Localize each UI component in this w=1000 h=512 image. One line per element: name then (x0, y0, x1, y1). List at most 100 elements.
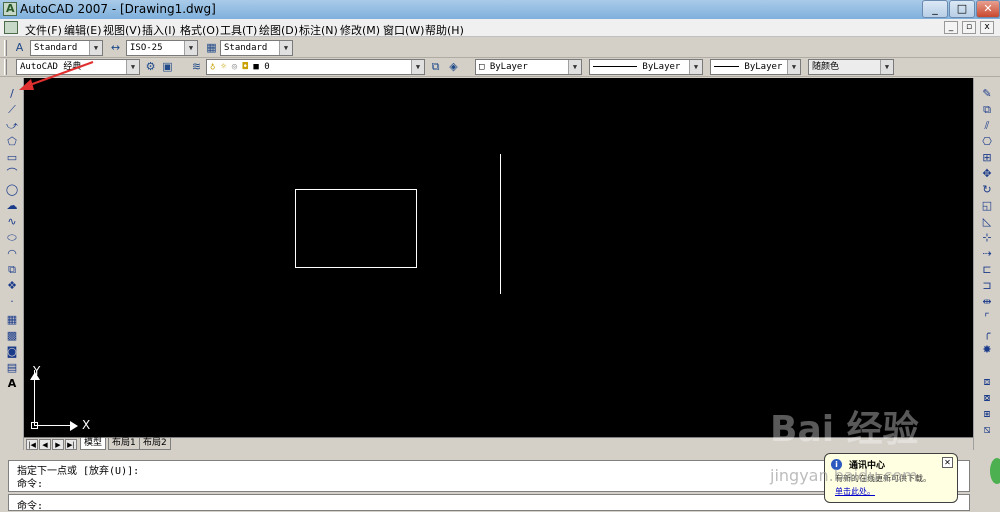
color-select[interactable]: □ ByLayer ▼ (475, 59, 582, 75)
drawn-vertical-line[interactable] (500, 154, 501, 294)
text-style-select[interactable]: Standard ▼ (30, 40, 103, 56)
dim-style-select[interactable]: ISO-25 ▼ (126, 40, 198, 56)
chevron-down-icon[interactable]: ▼ (126, 60, 139, 74)
menu-window[interactable]: 窗口(W) (383, 22, 424, 38)
fillet-icon[interactable]: ╭ (979, 326, 995, 341)
layer-previous-icon[interactable]: ◈ (446, 59, 461, 74)
chevron-down-icon[interactable]: ▼ (787, 60, 800, 74)
trim-icon[interactable]: ⊹ (979, 230, 995, 245)
chevron-down-icon[interactable]: ▼ (279, 41, 292, 55)
spline-icon[interactable]: ∿ (4, 214, 20, 229)
table-icon[interactable]: ▤ (4, 360, 20, 375)
construction-line-icon[interactable]: ⟋ (4, 102, 20, 117)
drawing-canvas[interactable]: Y X (24, 78, 973, 437)
lineweight-select[interactable]: ByLayer ▼ (710, 59, 801, 75)
tab-last-button[interactable]: ▶| (65, 439, 77, 450)
make-current-layer-icon[interactable]: ⧉ (428, 59, 443, 74)
circle-icon[interactable]: ◯ (4, 182, 20, 197)
chevron-down-icon[interactable]: ▼ (184, 41, 197, 55)
array-icon[interactable]: ⊞ (979, 150, 995, 165)
document-restore-button[interactable]: ▫ (962, 21, 976, 34)
erase-icon[interactable]: ✎ (979, 86, 995, 101)
point-icon[interactable]: · (4, 294, 20, 309)
toolbar-grip[interactable] (4, 40, 7, 56)
menu-edit[interactable]: 编辑(E) (64, 22, 102, 38)
window-title: AutoCAD 2007 - [Drawing1.dwg] (20, 2, 216, 16)
tab-prev-button[interactable]: ◀ (39, 439, 51, 450)
menu-tools[interactable]: 工具(T) (220, 22, 257, 38)
explode-icon[interactable]: ✸ (979, 342, 995, 357)
make-block-icon[interactable]: ❖ (4, 278, 20, 293)
bring-above-icon[interactable]: ⧆ (979, 406, 995, 421)
tab-first-button[interactable]: |◀ (26, 439, 38, 450)
chevron-down-icon[interactable]: ▼ (411, 60, 424, 74)
tab-next-button[interactable]: ▶ (52, 439, 64, 450)
stretch-icon[interactable]: ◺ (979, 214, 995, 229)
table-style-icon[interactable]: ▦ (204, 40, 219, 55)
polyline-icon[interactable]: ⤻ (4, 118, 20, 133)
document-icon[interactable] (4, 21, 18, 34)
color-value: ByLayer (489, 62, 528, 72)
chevron-down-icon[interactable]: ▼ (568, 60, 581, 74)
close-button[interactable]: ✕ (976, 0, 1000, 18)
text-style-icon[interactable]: A (12, 40, 27, 55)
offset-icon[interactable]: ⎔ (979, 134, 995, 149)
tab-model[interactable]: 模型 (80, 438, 107, 450)
toolbar-grip[interactable] (4, 59, 7, 75)
close-icon[interactable]: ✕ (942, 457, 953, 468)
scale-icon[interactable]: ◱ (979, 198, 995, 213)
join-icon[interactable]: ⇹ (979, 294, 995, 309)
save-workspace-icon[interactable]: ▣ (160, 59, 175, 74)
menu-dimension[interactable]: 标注(N) (299, 22, 338, 38)
extend-icon[interactable]: ⇢ (979, 246, 995, 261)
balloon-link[interactable]: 单击此处。 (835, 486, 875, 497)
mirror-icon[interactable]: ⫽ (979, 118, 995, 133)
tab-layout1[interactable]: 布局1 (108, 438, 140, 450)
minimize-button[interactable]: _ (922, 0, 948, 18)
menu-modify[interactable]: 修改(M) (340, 22, 380, 38)
move-icon[interactable]: ✥ (979, 166, 995, 181)
table-style-select[interactable]: Standard ▼ (220, 40, 293, 56)
tab-layout2[interactable]: 布局2 (139, 438, 171, 450)
menu-draw[interactable]: 绘图(D) (259, 22, 298, 38)
chamfer-icon[interactable]: ⌜ (979, 310, 995, 325)
break-at-point-icon[interactable]: ⊏ (979, 262, 995, 277)
watermark-logo: Bai 经验 (770, 409, 919, 450)
linetype-select[interactable]: ByLayer ▼ (589, 59, 703, 75)
draw-order-back-icon[interactable]: ⧇ (979, 390, 995, 405)
chevron-down-icon[interactable]: ▼ (689, 60, 702, 74)
gradient-icon[interactable]: ▩ (4, 328, 20, 343)
menu-view[interactable]: 视图(V) (103, 22, 141, 38)
maximize-button[interactable]: □ (949, 0, 975, 18)
copy-icon[interactable]: ⧉ (979, 102, 995, 117)
arc-icon[interactable]: ⌒ (4, 166, 20, 181)
document-minimize-button[interactable]: _ (944, 21, 958, 34)
workspace-settings-icon[interactable]: ⚙ (143, 59, 158, 74)
draw-order-front-icon[interactable]: ⧈ (979, 374, 995, 389)
insert-block-icon[interactable]: ⧉ (4, 262, 20, 277)
menu-help[interactable]: 帮助(H) (425, 22, 464, 38)
chevron-down-icon[interactable]: ▼ (880, 60, 893, 74)
dim-style-icon[interactable]: ↔ (108, 40, 123, 55)
ellipse-icon[interactable]: ⬭ (4, 230, 20, 245)
revision-cloud-icon[interactable]: ☁ (4, 198, 20, 213)
rectangle-icon[interactable]: ▭ (4, 150, 20, 165)
hatch-icon[interactable]: ▦ (4, 312, 20, 327)
polygon-icon[interactable]: ⬠ (4, 134, 20, 149)
region-icon[interactable]: ◙ (4, 344, 20, 359)
send-under-icon[interactable]: ⧅ (979, 422, 995, 437)
menu-file[interactable]: 文件(F) (25, 22, 62, 38)
document-close-button[interactable]: x (980, 21, 994, 34)
drawn-rectangle[interactable] (295, 189, 417, 268)
ellipse-arc-icon[interactable]: ◠ (4, 246, 20, 261)
menu-insert[interactable]: 插入(I) (142, 22, 176, 38)
layer-manager-icon[interactable]: ≋ (189, 59, 204, 74)
chevron-down-icon[interactable]: ▼ (89, 41, 102, 55)
autocad-app-icon[interactable] (3, 2, 17, 16)
break-icon[interactable]: ⊐ (979, 278, 995, 293)
plotstyle-select[interactable]: 随颜色 ▼ (808, 59, 894, 75)
menu-format[interactable]: 格式(O) (180, 22, 219, 38)
rotate-icon[interactable]: ↻ (979, 182, 995, 197)
multiline-text-icon[interactable]: A (4, 376, 20, 391)
layer-select[interactable]: ♁ ☼ ◎ ◘ ■ 0 ▼ (206, 59, 425, 75)
